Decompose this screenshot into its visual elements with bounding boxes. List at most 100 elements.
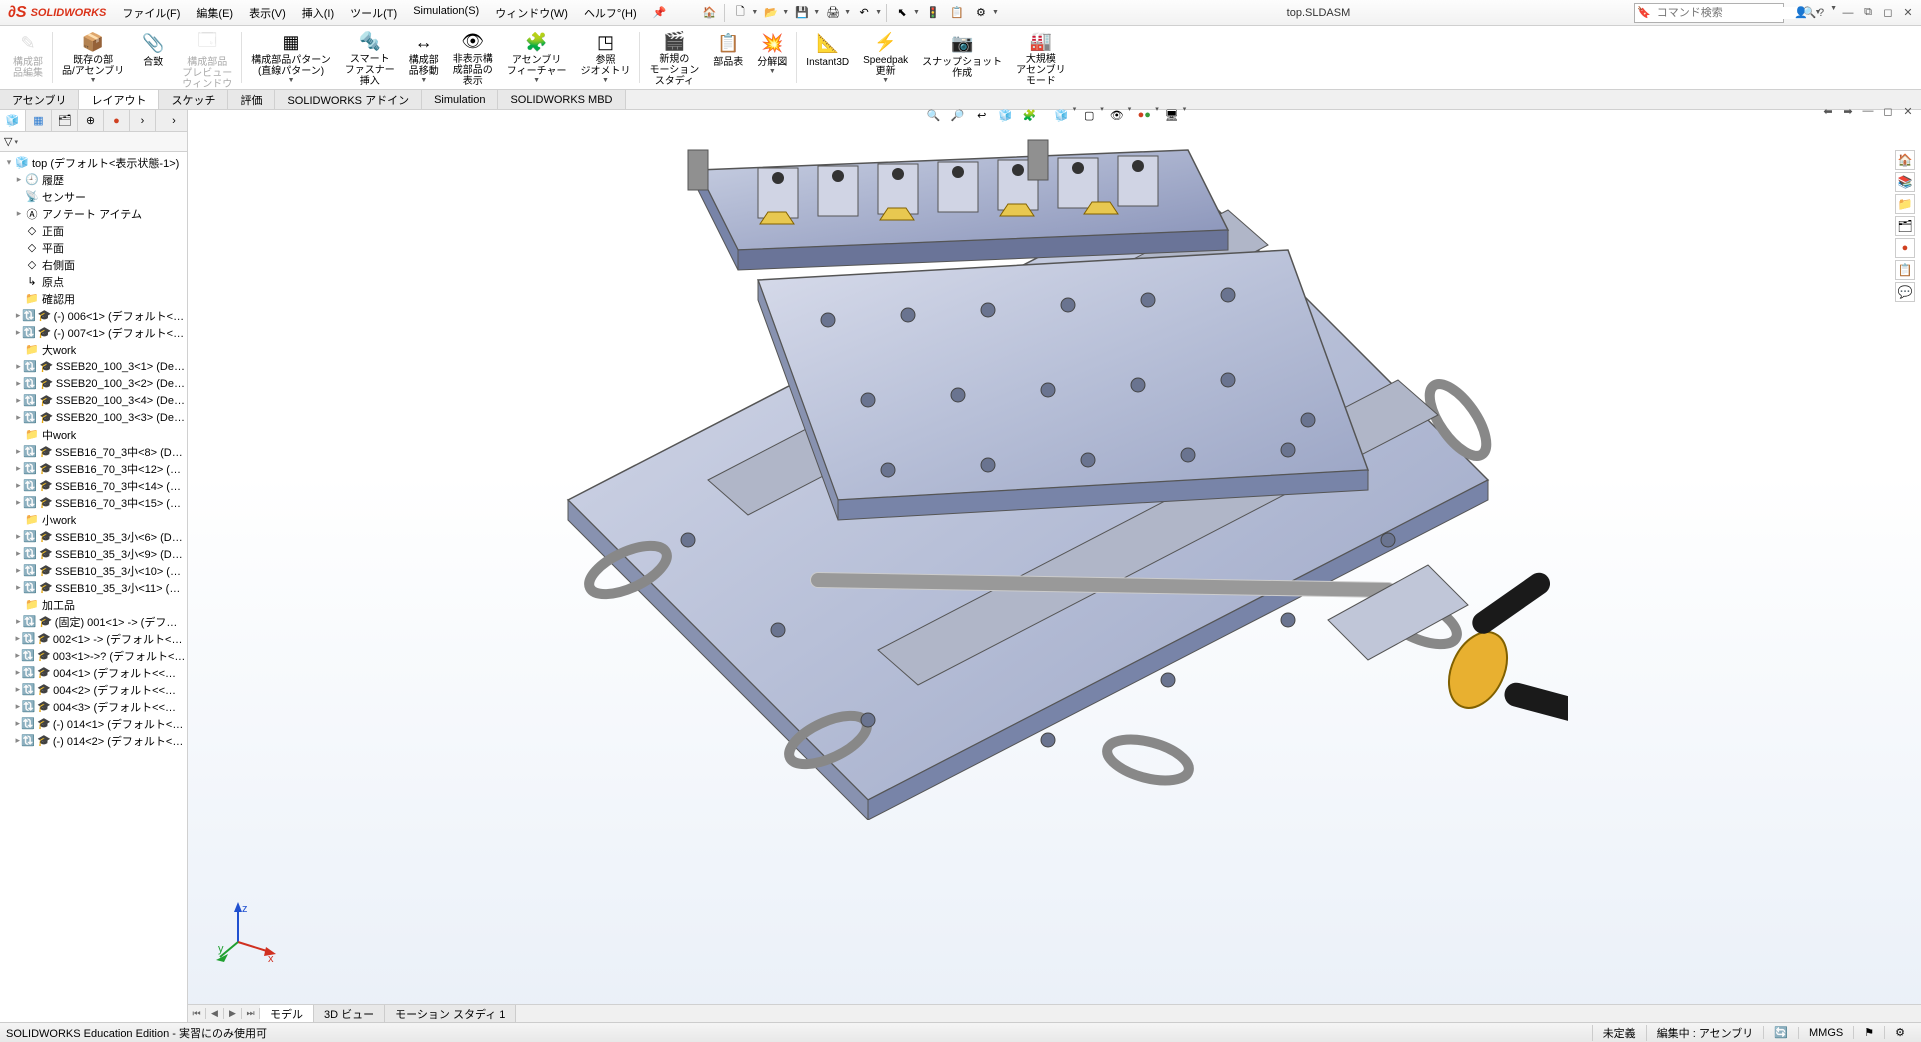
- ribbon-tab-5[interactable]: Simulation: [422, 90, 498, 109]
- menu-0[interactable]: ファイル(F): [114, 1, 188, 25]
- orientation-triad[interactable]: z x y: [218, 902, 278, 962]
- tree-item-14[interactable]: ▸🔃🎓SSEB20_100_3<3> (Default<: [0, 409, 187, 426]
- pin-icon[interactable]: 📌: [645, 6, 675, 19]
- tree-item-2[interactable]: ▸Ⓐアノテート アイテム: [0, 205, 187, 222]
- tree-item-28[interactable]: ▸🔃🎓003<1>->? (デフォルト<<デフォルト: [0, 647, 187, 664]
- ribbon-tab-3[interactable]: 評価: [228, 90, 275, 109]
- bottom-tab-2[interactable]: モーション スタディ 1: [385, 1005, 516, 1022]
- design-library-tab-icon[interactable]: 📚: [1895, 172, 1915, 192]
- tree-toggle-icon[interactable]: ▸: [14, 174, 24, 185]
- tree-item-26[interactable]: ▸🔃🎓(固定) 001<1> -> (デフォルト<: [0, 613, 187, 630]
- feature-manager-tab[interactable]: 🧊: [0, 110, 26, 131]
- tree-item-29[interactable]: ▸🔃🎓004<1> (デフォルト<<デフォルト>: [0, 664, 187, 681]
- ribbon-btn-10[interactable]: 🎬新規の モーション スタディ: [642, 28, 706, 87]
- tree-toggle-icon[interactable]: ▸: [14, 650, 21, 661]
- forum-tab-icon[interactable]: 💬: [1895, 282, 1915, 302]
- ribbon-btn-11[interactable]: 📋部品表: [706, 28, 750, 87]
- rebuild-button[interactable]: 🚦: [922, 3, 944, 23]
- print-button[interactable]: 🖨: [822, 3, 844, 23]
- user-icon[interactable]: 👤: [1792, 5, 1810, 21]
- tree-item-4[interactable]: ◇平面: [0, 239, 187, 256]
- tree-item-16[interactable]: ▸🔃🎓SSEB16_70_3中<8> (Default<: [0, 443, 187, 460]
- display-manager-tab[interactable]: ●: [104, 110, 130, 131]
- tree-toggle-icon[interactable]: ▸: [14, 395, 23, 406]
- tree-item-0[interactable]: ▸🕘履歴: [0, 171, 187, 188]
- mdi-minimize-button[interactable]: —: [1859, 103, 1877, 119]
- tree-toggle-icon[interactable]: ▸: [14, 310, 22, 321]
- search-input[interactable]: [1653, 7, 1803, 19]
- ribbon-btn-5[interactable]: 🔩スマート ファスナー 挿入: [338, 28, 402, 87]
- ribbon-btn-8[interactable]: 🧩アセンブリ フィーチャー▼: [500, 28, 574, 87]
- tree-toggle-icon[interactable]: ▸: [14, 208, 24, 219]
- file-explorer-tab-icon[interactable]: 📁: [1895, 194, 1915, 214]
- minimize-button[interactable]: —: [1839, 5, 1857, 21]
- ribbon-tab-6[interactable]: SOLIDWORKS MBD: [498, 90, 625, 109]
- options-button[interactable]: 📋: [946, 3, 968, 23]
- ribbon-btn-14[interactable]: ⚡Speedpak 更新▼: [856, 28, 915, 87]
- tree-toggle-icon[interactable]: ▸: [14, 412, 23, 423]
- ribbon-btn-1[interactable]: 📦既存の部 品/アセンブリ▼: [55, 28, 131, 87]
- open-button[interactable]: 📂: [760, 3, 782, 23]
- restore-button[interactable]: ⧉: [1859, 5, 1877, 21]
- menu-6[interactable]: ウィンドウ(W): [487, 1, 576, 25]
- tree-toggle-icon[interactable]: ▸: [14, 497, 23, 508]
- tree-item-1[interactable]: 📡センサー: [0, 188, 187, 205]
- tree-item-15[interactable]: 📁中work: [0, 426, 187, 443]
- tab-nav-first-icon[interactable]: ⏮: [188, 1008, 206, 1019]
- tree-toggle-icon[interactable]: ▸: [14, 446, 23, 457]
- tree-item-24[interactable]: ▸🔃🎓SSEB10_35_3小<11> (Default: [0, 579, 187, 596]
- tree-item-6[interactable]: ↳原点: [0, 273, 187, 290]
- menu-2[interactable]: 表示(V): [241, 1, 294, 25]
- tree-toggle-icon[interactable]: ▸: [14, 480, 23, 491]
- ribbon-tab-2[interactable]: スケッチ: [159, 90, 228, 109]
- tree-toggle-icon[interactable]: ▸: [14, 378, 23, 389]
- tree-item-31[interactable]: ▸🔃🎓004<3> (デフォルト<<デフォルト>: [0, 698, 187, 715]
- mdi-restore-button[interactable]: ◻: [1879, 103, 1897, 119]
- tree-item-10[interactable]: 📁大work: [0, 341, 187, 358]
- tree-toggle-icon[interactable]: ▸: [14, 361, 23, 372]
- status-reload-icon[interactable]: 🔄: [1763, 1026, 1798, 1039]
- tree-item-23[interactable]: ▸🔃🎓SSEB10_35_3小<10> (Default: [0, 562, 187, 579]
- tab-nav-last-icon[interactable]: ⏭: [242, 1008, 260, 1019]
- tree-item-12[interactable]: ▸🔃🎓SSEB20_100_3<2> (Default<: [0, 375, 187, 392]
- save-button[interactable]: 💾: [791, 3, 813, 23]
- menu-7[interactable]: ヘルフ°(H): [576, 1, 645, 25]
- view-palette-tab-icon[interactable]: 🗂: [1895, 216, 1915, 236]
- tree-item-33[interactable]: ▸🔃🎓(-) 014<2> (デフォルト<<デフォルト: [0, 732, 187, 749]
- tree-root[interactable]: ▾🧊top (デフォルト<表示状態-1>): [0, 154, 187, 171]
- dimxpert-manager-tab[interactable]: ⊕: [78, 110, 104, 131]
- bottom-tab-1[interactable]: 3D ビュー: [314, 1005, 385, 1022]
- property-manager-tab[interactable]: ▦: [26, 110, 52, 131]
- tree-toggle-icon[interactable]: ▸: [14, 327, 22, 338]
- tree-toggle-icon[interactable]: ▸: [14, 548, 23, 559]
- menu-4[interactable]: ツール(T): [342, 1, 405, 25]
- ribbon-btn-13[interactable]: 📐Instant3D: [799, 28, 856, 87]
- tree-toggle-icon[interactable]: ▸: [14, 718, 21, 729]
- mdi-prev-icon[interactable]: ⬅: [1819, 103, 1837, 119]
- ribbon-tab-0[interactable]: アセンブリ: [0, 90, 79, 109]
- ribbon-btn-12[interactable]: 💥分解図▼: [750, 28, 794, 87]
- status-units[interactable]: MMGS: [1798, 1027, 1853, 1039]
- tree-item-13[interactable]: ▸🔃🎓SSEB20_100_3<4> (Default<: [0, 392, 187, 409]
- ribbon-btn-16[interactable]: 🏭大規模 アセンブリ モード: [1009, 28, 1073, 87]
- tree-toggle-icon[interactable]: ▸: [14, 633, 21, 644]
- tree-item-8[interactable]: ▸🔃🎓(-) 006<1> (デフォルト<表示状態: [0, 307, 187, 324]
- ribbon-btn-7[interactable]: 👁非表示構 成部品の 表示: [446, 28, 500, 87]
- status-settings-icon[interactable]: ⚙: [1884, 1026, 1915, 1039]
- maximize-button[interactable]: ◻: [1879, 5, 1897, 21]
- ribbon-tab-1[interactable]: レイアウト: [79, 90, 159, 109]
- tree-toggle-icon[interactable]: ▸: [14, 531, 23, 542]
- tree-toggle-icon[interactable]: ▸: [14, 735, 21, 746]
- tree-item-20[interactable]: 📁小work: [0, 511, 187, 528]
- tree-item-3[interactable]: ◇正面: [0, 222, 187, 239]
- ribbon-tab-4[interactable]: SOLIDWORKS アドイン: [275, 90, 422, 109]
- tree-toggle-icon[interactable]: ▸: [14, 582, 23, 593]
- ribbon-btn-9[interactable]: ◳参照 ジオメトリ▼: [573, 28, 637, 87]
- undo-button[interactable]: ↶: [853, 3, 875, 23]
- tree-item-11[interactable]: ▸🔃🎓SSEB20_100_3<1> (Default<: [0, 358, 187, 375]
- tree-toggle-icon[interactable]: ▸: [14, 701, 22, 712]
- tree-item-19[interactable]: ▸🔃🎓SSEB16_70_3中<15> (Default: [0, 494, 187, 511]
- ribbon-btn-4[interactable]: ▦構成部品パターン (直線パターン)▼: [244, 28, 338, 87]
- settings-button[interactable]: ⚙: [970, 3, 992, 23]
- manager-overflow[interactable]: ›: [130, 110, 156, 131]
